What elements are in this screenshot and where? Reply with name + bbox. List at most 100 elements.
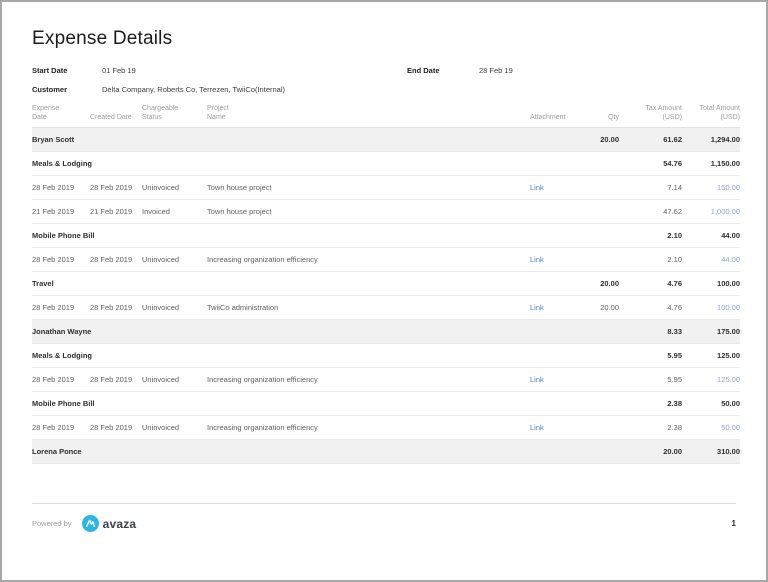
total-value: 175.00	[682, 319, 740, 345]
total-value[interactable]: 150.00	[682, 175, 740, 201]
person-row: Jonathan Wayne 8.33 175.00	[32, 319, 740, 345]
expense-date: 28 Feb 2019	[32, 367, 90, 393]
total-value[interactable]: 50.00	[682, 415, 740, 441]
start-date-label: Start Date	[32, 66, 68, 75]
category-name: Mobile Phone Bill	[32, 223, 577, 249]
project-name: Increasing organization efficiency	[207, 367, 522, 393]
tax-value: 8.33	[619, 319, 682, 345]
chargeable-status: Uninvoiced	[142, 247, 207, 273]
table-header-row: Expense Date Created Date Chargeable Sta…	[32, 104, 740, 129]
qty-value	[577, 223, 619, 249]
created-date: 21 Feb 2019	[90, 199, 142, 225]
created-date: 28 Feb 2019	[90, 367, 142, 393]
created-date: 28 Feb 2019	[90, 295, 142, 321]
category-row: Meals & Lodging 5.95 125.00	[32, 343, 740, 369]
total-value[interactable]: 100.00	[682, 295, 740, 321]
column-header-tax-amount: Tax Amount (USD)	[619, 104, 682, 129]
column-header-chargeable-status: Chargeable Status	[142, 104, 207, 129]
qty-value: 20.00	[577, 295, 619, 321]
qty-value	[577, 415, 619, 441]
attachment-cell	[522, 199, 577, 225]
page-number: 1	[731, 519, 736, 528]
category-name: Travel	[32, 271, 577, 297]
person-row: Bryan Scott 20.00 61.62 1,294.00	[32, 127, 740, 153]
expense-row: 21 Feb 2019 21 Feb 2019 Invoiced Town ho…	[32, 199, 740, 225]
expense-table: Expense Date Created Date Chargeable Sta…	[32, 104, 740, 465]
created-date: 28 Feb 2019	[90, 247, 142, 273]
qty-value	[577, 391, 619, 417]
category-name: Meals & Lodging	[32, 151, 577, 177]
qty-value	[577, 343, 619, 369]
avaza-logo-icon	[81, 515, 99, 532]
category-row: Meals & Lodging 54.76 1,150.00	[32, 151, 740, 177]
tax-value: 2.38	[619, 415, 682, 441]
person-name: Lorena Ponce	[32, 439, 577, 465]
column-header-attachment: Attachment	[522, 104, 577, 129]
tax-value: 5.95	[619, 367, 682, 393]
tax-value: 4.76	[619, 271, 682, 297]
category-row: Mobile Phone Bill 2.38 50.00	[32, 391, 740, 417]
avaza-brand-link[interactable]: avaza	[81, 515, 137, 532]
category-row: Travel 20.00 4.76 100.00	[32, 271, 740, 297]
tax-value: 2.38	[619, 391, 682, 417]
person-row: Lorena Ponce 20.00 310.00	[32, 439, 740, 465]
expense-date: 28 Feb 2019	[32, 415, 90, 441]
total-value[interactable]: 1,000.00	[682, 199, 740, 225]
end-date-label: End Date	[407, 66, 440, 75]
page-title: Expense Details	[32, 28, 173, 49]
category-name: Meals & Lodging	[32, 343, 577, 369]
expense-date: 28 Feb 2019	[32, 295, 90, 321]
expense-row: 28 Feb 2019 28 Feb 2019 Uninvoiced Incre…	[32, 367, 740, 393]
chargeable-status: Uninvoiced	[142, 175, 207, 201]
tax-value: 47.62	[619, 199, 682, 225]
qty-value	[577, 151, 619, 177]
tax-value: 4.76	[619, 295, 682, 321]
total-value: 50.00	[682, 391, 740, 417]
end-date-value: 28 Feb 19	[479, 66, 513, 75]
created-date: 28 Feb 2019	[90, 175, 142, 201]
total-value: 1,150.00	[682, 151, 740, 177]
qty-value	[577, 199, 619, 225]
qty-value	[577, 247, 619, 273]
attachment-link[interactable]: Link	[530, 423, 544, 432]
filter-start-date: Start Date 01 Feb 19	[32, 66, 407, 75]
tax-value: 20.00	[619, 439, 682, 465]
customer-label: Customer	[32, 85, 68, 94]
tax-value: 2.10	[619, 223, 682, 249]
attachment-link[interactable]: Link	[530, 183, 544, 192]
expense-date: 28 Feb 2019	[32, 175, 90, 201]
expense-row: 28 Feb 2019 28 Feb 2019 Uninvoiced Incre…	[32, 415, 740, 441]
powered-by-label: Powered by	[32, 519, 72, 528]
total-value: 125.00	[682, 343, 740, 369]
project-name: Town house project	[207, 199, 522, 225]
total-value[interactable]: 125.00	[682, 367, 740, 393]
chargeable-status: Uninvoiced	[142, 415, 207, 441]
report-page: Expense Details Start Date 01 Feb 19 End…	[0, 0, 768, 582]
start-date-value: 01 Feb 19	[102, 66, 136, 75]
expense-date: 28 Feb 2019	[32, 247, 90, 273]
column-header-created-date: Created Date	[90, 104, 142, 129]
filter-row-dates: Start Date 01 Feb 19 End Date 28 Feb 19	[32, 66, 736, 75]
attachment-link[interactable]: Link	[530, 303, 544, 312]
qty-value: 20.00	[577, 127, 619, 153]
filter-customer: Customer Delta Company, Roberts Co, Terr…	[32, 85, 285, 94]
qty-value	[577, 439, 619, 465]
person-name: Bryan Scott	[32, 127, 577, 153]
column-header-qty: Qty	[577, 104, 619, 129]
total-value: 1,294.00	[682, 127, 740, 153]
attachment-link[interactable]: Link	[530, 255, 544, 264]
total-value: 44.00	[682, 223, 740, 249]
total-value: 310.00	[682, 439, 740, 465]
customer-value: Delta Company, Roberts Co, Terrezen, Twi…	[102, 85, 285, 94]
total-value[interactable]: 44.00	[682, 247, 740, 273]
report-filters: Start Date 01 Feb 19 End Date 28 Feb 19 …	[32, 66, 736, 94]
filter-row-customer: Customer Delta Company, Roberts Co, Terr…	[32, 85, 736, 94]
project-name: TwiiCo administration	[207, 295, 522, 321]
expense-row: 28 Feb 2019 28 Feb 2019 Uninvoiced Incre…	[32, 247, 740, 273]
expense-row: 28 Feb 2019 28 Feb 2019 Uninvoiced TwiiC…	[32, 295, 740, 321]
tax-value: 61.62	[619, 127, 682, 153]
qty-value: 20.00	[577, 271, 619, 297]
tax-value: 54.76	[619, 151, 682, 177]
tax-value: 2.10	[619, 247, 682, 273]
attachment-link[interactable]: Link	[530, 375, 544, 384]
